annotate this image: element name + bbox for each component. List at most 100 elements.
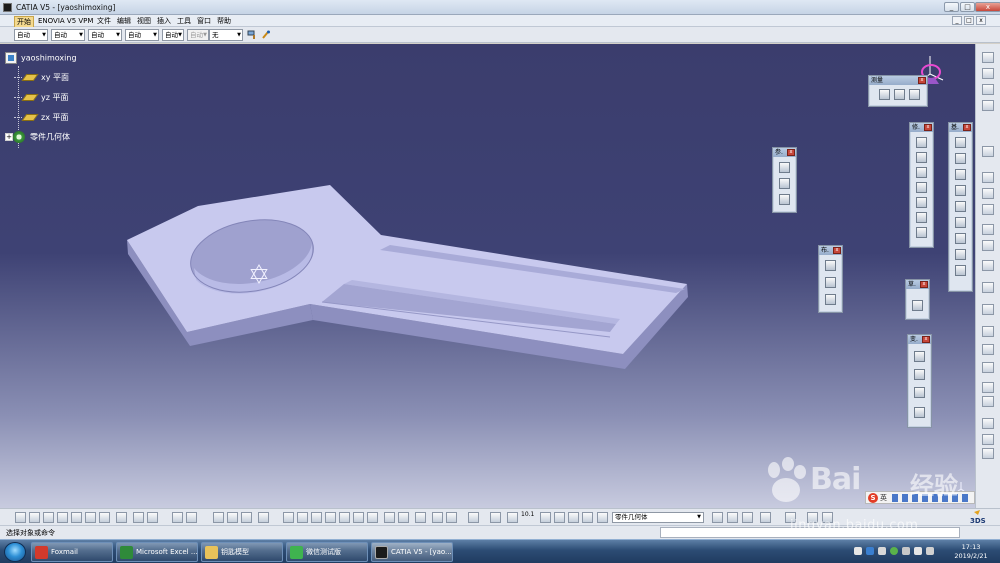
format-painter-icon[interactable] xyxy=(247,30,257,40)
hide-show-icon[interactable] xyxy=(982,382,994,393)
expand-icon[interactable]: + xyxy=(5,133,13,141)
annotation-icon[interactable] xyxy=(982,304,994,315)
point-symbol-dropdown[interactable]: 自动 ▼ xyxy=(162,29,184,41)
cut-part-icon[interactable] xyxy=(568,512,579,523)
rib-icon[interactable] xyxy=(916,212,927,223)
line-thickness-dropdown[interactable]: 自动 ▼ xyxy=(88,29,122,41)
material-icon[interactable] xyxy=(727,512,738,523)
sketcher-toolbar[interactable]: 草. x xyxy=(905,279,930,320)
reference-elements-toolbar[interactable]: 参. x xyxy=(772,147,797,213)
tray-arrow-icon[interactable] xyxy=(854,547,862,555)
measure-between-icon[interactable] xyxy=(879,89,890,100)
catalog-browser-icon[interactable] xyxy=(241,512,252,523)
line-icon[interactable] xyxy=(779,178,790,189)
close-icon[interactable]: x xyxy=(918,77,926,84)
tray-volume-icon[interactable] xyxy=(926,547,934,555)
ime-tools-icon[interactable] xyxy=(892,494,972,502)
redo-icon[interactable] xyxy=(133,512,144,523)
taskbar-clock[interactable]: 17:13 2019/2/21 xyxy=(948,543,994,561)
shading-view-icon[interactable] xyxy=(415,512,426,523)
work-object-select[interactable]: 零件几何体 ▼ xyxy=(612,512,704,523)
tree-item-xy-plane[interactable]: xy 平面 xyxy=(14,72,69,83)
thickness-icon[interactable] xyxy=(955,201,966,212)
knowledge-icon[interactable] xyxy=(982,224,994,235)
minimize-button[interactable]: _ xyxy=(944,2,959,12)
zoom-in-icon[interactable] xyxy=(339,512,350,523)
pan-icon[interactable] xyxy=(311,512,322,523)
paint-icon[interactable] xyxy=(760,512,771,523)
tray-ime-icon[interactable] xyxy=(902,547,910,555)
save-icon[interactable] xyxy=(43,512,54,523)
menu-file[interactable]: 文件 xyxy=(95,16,113,26)
close-icon[interactable]: x xyxy=(833,247,841,254)
transformation-toolbar[interactable]: 变. x xyxy=(907,334,932,428)
tray-flag-icon[interactable] xyxy=(914,547,922,555)
copy-icon[interactable] xyxy=(85,512,96,523)
tray-security-icon[interactable] xyxy=(890,547,898,555)
close-icon[interactable]: x xyxy=(920,281,928,288)
open-icon[interactable] xyxy=(29,512,40,523)
sketch-icon[interactable] xyxy=(912,300,923,311)
section-icon[interactable] xyxy=(554,512,565,523)
rotate-icon[interactable] xyxy=(325,512,336,523)
update-icon[interactable] xyxy=(982,84,994,95)
fill-color-dropdown[interactable]: 自动 ▼ xyxy=(14,29,48,41)
whats-this-icon[interactable] xyxy=(147,512,158,523)
pattern-icon[interactable] xyxy=(914,387,925,398)
3d-viewport[interactable]: yaoshimoxing xy 平面 yz 平面 zx 平面 + 零件几何体 测量… xyxy=(0,44,975,508)
swap-space-icon[interactable] xyxy=(446,512,457,523)
swap-icon[interactable] xyxy=(982,396,994,407)
transparency-dropdown[interactable]: 自动 ▼ xyxy=(51,29,85,41)
ime-toolbar[interactable]: S 英 xyxy=(865,491,975,504)
paint-brush-icon[interactable] xyxy=(261,30,271,40)
taskbar-excel[interactable]: Microsoft Excel ... xyxy=(116,542,198,562)
doc-minimize-button[interactable]: _ xyxy=(952,16,962,25)
magnifier-icon[interactable] xyxy=(507,512,518,523)
scaling-icon[interactable] xyxy=(914,407,925,418)
fit-all-icon[interactable] xyxy=(297,512,308,523)
close-icon[interactable]: x xyxy=(787,149,795,156)
undo-icon[interactable] xyxy=(116,512,127,523)
taskbar-foxmail[interactable]: Foxmail xyxy=(31,542,113,562)
close-icon[interactable]: x xyxy=(963,124,971,131)
scene-icon[interactable] xyxy=(490,512,501,523)
tree-item-zx-plane[interactable]: zx 平面 xyxy=(14,112,68,123)
doc-close-button[interactable]: x xyxy=(976,16,986,25)
fillet-icon[interactable] xyxy=(955,137,966,148)
tools-icon[interactable] xyxy=(982,282,994,293)
insert-body-icon[interactable] xyxy=(825,260,836,271)
ruler-icon[interactable] xyxy=(468,512,479,523)
tray-app-icon[interactable] xyxy=(866,547,874,555)
measure-side-icon[interactable] xyxy=(982,344,994,355)
render-icon[interactable] xyxy=(982,418,994,429)
camera-icon[interactable] xyxy=(807,512,818,523)
measure-item-icon[interactable] xyxy=(894,89,905,100)
formula-icon[interactable] xyxy=(982,240,994,251)
paste-icon[interactable] xyxy=(99,512,110,523)
scan-icon[interactable] xyxy=(227,512,238,523)
doc-restore-button[interactable]: □ xyxy=(964,16,974,25)
tray-network-icon[interactable] xyxy=(878,547,886,555)
groove-icon[interactable] xyxy=(916,182,927,193)
define-in-work-icon[interactable] xyxy=(597,512,608,523)
assemble-icon[interactable] xyxy=(825,294,836,305)
menu-view[interactable]: 视图 xyxy=(135,16,153,26)
boolean-icon[interactable] xyxy=(825,277,836,288)
tree-root[interactable]: yaoshimoxing xyxy=(5,52,77,64)
tree-toggle-icon[interactable] xyxy=(982,362,994,373)
taskbar-catia[interactable]: CATIA V5 - [yao... xyxy=(371,542,453,562)
table-icon[interactable] xyxy=(213,512,224,523)
feature-icon[interactable] xyxy=(982,188,994,199)
plane-icon[interactable] xyxy=(779,194,790,205)
isometric-view-icon[interactable] xyxy=(398,512,409,523)
menu-window[interactable]: 窗口 xyxy=(195,16,213,26)
shaft-icon[interactable] xyxy=(916,167,927,178)
line-type-dropdown[interactable]: 自动 ▼ xyxy=(125,29,159,41)
fly-mode-icon[interactable] xyxy=(982,100,994,111)
select-icon[interactable] xyxy=(982,52,994,63)
fly-icon[interactable] xyxy=(283,512,294,523)
close-icon[interactable]: x xyxy=(924,124,932,131)
layer-dropdown[interactable]: 无 ▼ xyxy=(209,29,243,41)
taskbar-folder[interactable]: 钥匙模型 xyxy=(201,542,283,562)
replace-face-icon[interactable] xyxy=(955,249,966,260)
